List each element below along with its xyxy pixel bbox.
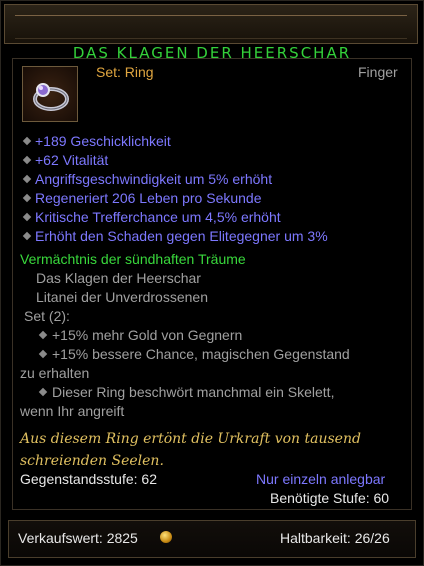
- flavor-text: Aus diesem Ring ertönt die Urkraft von t…: [20, 428, 405, 472]
- set-bonus-header: Set (2):: [24, 308, 70, 324]
- stat-line: Angriffsgeschwindigkeit um 5% erhöht: [35, 171, 273, 187]
- set-piece: Das Klagen der Heerschar: [36, 270, 201, 286]
- stat-line: Erhöht den Schaden gegen Elitegegner um …: [35, 228, 328, 244]
- sell-value: Verkaufswert: 2825: [18, 530, 138, 546]
- stat-line: Kritische Trefferchance um 4,5% erhöht: [35, 209, 281, 225]
- item-slot: Finger: [358, 64, 398, 80]
- stat-line: +189 Geschicklichkeit: [35, 133, 171, 149]
- required-level: Benötigte Stufe: 60: [270, 490, 390, 506]
- set-bonus: +15% mehr Gold von Gegnern: [52, 327, 243, 343]
- item-level: Gegenstandsstufe: 62: [20, 471, 157, 487]
- flavor-line: Aus diesem Ring ertönt die Urkraft von t…: [20, 431, 361, 447]
- set-bonus: Dieser Ring beschwört manchmal ein Skele…: [52, 384, 335, 400]
- gold-coin-icon: [160, 531, 172, 543]
- set-bonus-cont: wenn Ihr angreift: [20, 403, 125, 419]
- set-name: Vermächtnis der sündhaften Träume: [20, 251, 246, 267]
- flavor-line: schreienden Seelen.: [20, 453, 164, 469]
- item-title: DAS KLAGEN DER HEERSCHAR: [0, 0, 424, 66]
- set-bonus: +15% bessere Chance, magischen Gegenstan…: [52, 346, 350, 362]
- durability: Haltbarkeit: 26/26: [280, 530, 390, 546]
- stat-line: Regeneriert 206 Leben pro Sekunde: [35, 190, 262, 206]
- set-piece: Litanei der Unverdrossenen: [36, 289, 208, 305]
- ring-icon[interactable]: [22, 66, 78, 122]
- unique-equipped: Nur einzeln anlegbar: [256, 471, 386, 487]
- item-type: Set: Ring: [96, 64, 154, 80]
- set-bonus-cont: zu erhalten: [20, 365, 90, 381]
- stat-line: +62 Vitalität: [35, 152, 109, 168]
